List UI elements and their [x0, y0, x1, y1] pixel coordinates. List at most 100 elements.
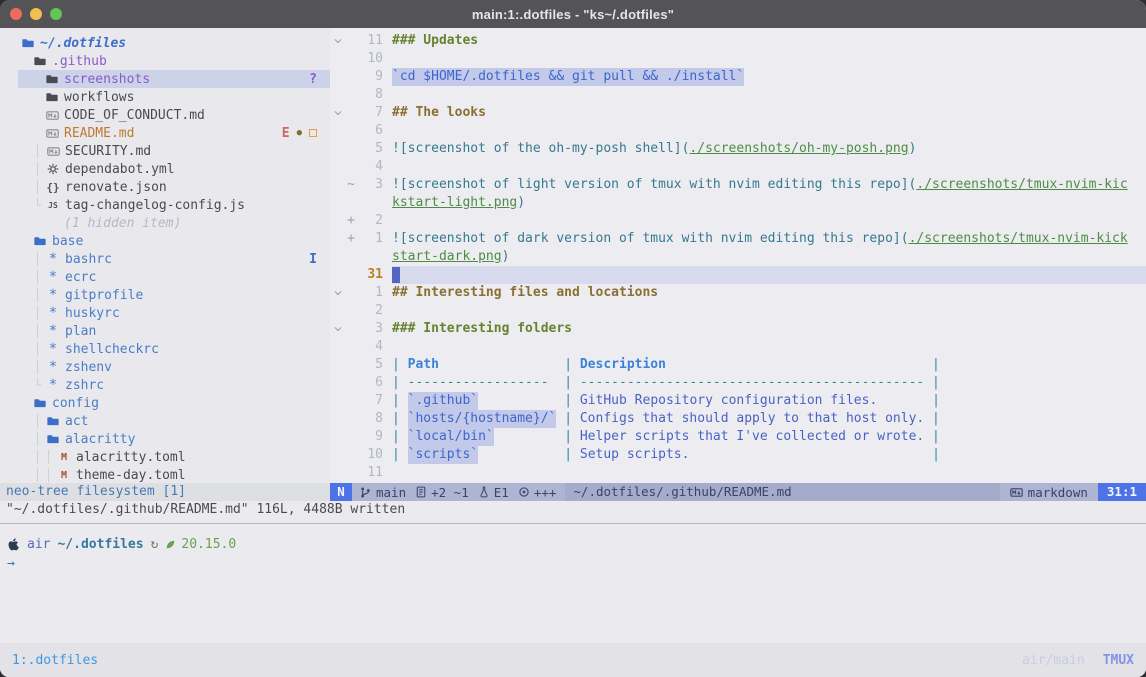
- editor-line[interactable]: 31: [330, 266, 1146, 284]
- tree-item-readme-md[interactable]: README.mdE●: [0, 124, 330, 142]
- syntax-md: ![screenshot of dark version of tmux wit…: [392, 230, 909, 248]
- tree-item-alacritty[interactable]: │alacritty: [0, 430, 330, 448]
- editor-line[interactable]: 3### Interesting folders: [330, 320, 1146, 338]
- gutter-padding: [383, 446, 392, 464]
- tree-item-screenshots[interactable]: screenshots?: [18, 70, 330, 88]
- editor-line[interactable]: kstart-light.png): [330, 194, 1146, 212]
- syntax-pipe: |: [924, 446, 940, 464]
- editor-line[interactable]: 4: [330, 338, 1146, 356]
- item-status-badges: I: [309, 252, 330, 267]
- fold-chevron-icon[interactable]: [330, 284, 345, 302]
- editor-line[interactable]: 6| ------------------ | ----------------…: [330, 374, 1146, 392]
- indent-guide: │: [45, 450, 56, 464]
- editor-line[interactable]: 11### Updates: [330, 32, 1146, 50]
- tree-item-zshrc[interactable]: └*zshrc: [0, 376, 330, 394]
- gutter-padding: [383, 284, 392, 302]
- editor-line[interactable]: 7| `.github` | GitHub Repository configu…: [330, 392, 1146, 410]
- tree-item--dotfiles[interactable]: ~/.dotfiles: [0, 34, 330, 52]
- fold-chevron-icon[interactable]: [330, 320, 345, 338]
- markdown-icon: [44, 127, 60, 140]
- line-number: 8: [357, 410, 383, 428]
- editor-line[interactable]: 10: [330, 50, 1146, 68]
- refresh-icon: ↻: [151, 537, 159, 552]
- tree-item-plan[interactable]: │*plan: [0, 322, 330, 340]
- editor-line[interactable]: 5![screenshot of the oh-my-posh shell](.…: [330, 140, 1146, 158]
- editor-line-text: ![screenshot of light version of tmux wi…: [392, 176, 1146, 194]
- neotree-sidebar[interactable]: ~/.dotfiles.githubscreenshots?workflowsC…: [0, 28, 330, 483]
- tree-item-act[interactable]: │act: [0, 412, 330, 430]
- tree-item-workflows[interactable]: workflows: [0, 88, 330, 106]
- prompt-arrow: →: [7, 556, 1146, 571]
- editor-line[interactable]: 6: [330, 122, 1146, 140]
- fold-chevron-icon[interactable]: [330, 104, 345, 122]
- editor-pane[interactable]: 11### Updates109`cd $HOME/.dotfiles && g…: [330, 28, 1146, 483]
- tree-item-shellcheckrc[interactable]: │*shellcheckrc: [0, 340, 330, 358]
- fold-chevron-icon[interactable]: [330, 32, 345, 50]
- editor-line[interactable]: 9| `local/bin` | Helper scripts that I'v…: [330, 428, 1146, 446]
- folder-icon: [32, 397, 48, 409]
- git-sign-column: [345, 266, 357, 284]
- editor-line[interactable]: ~3![screenshot of light version of tmux …: [330, 176, 1146, 194]
- tree-item--github[interactable]: .github: [0, 52, 330, 70]
- tree-item-config[interactable]: config: [0, 394, 330, 412]
- editor-line[interactable]: +1![screenshot of dark version of tmux w…: [330, 230, 1146, 248]
- filetype-segment: markdown: [1000, 485, 1098, 500]
- shell-pane[interactable]: air ~/.dotfiles ↻ 20.15.0 → 1:.dotfiles …: [0, 519, 1146, 677]
- minimize-button[interactable]: [30, 8, 42, 20]
- editor-line[interactable]: 10| `scripts` | Setup scripts. |: [330, 446, 1146, 464]
- tree-item-renovate-json[interactable]: │{}renovate.json: [0, 178, 330, 196]
- editor-line[interactable]: start-dark.png): [330, 248, 1146, 266]
- editor-line[interactable]: 5| Path | Description |: [330, 356, 1146, 374]
- tree-item-gitprofile[interactable]: │*gitprofile: [0, 286, 330, 304]
- editor-line[interactable]: 7## The looks: [330, 104, 1146, 122]
- editor-line[interactable]: 2: [330, 302, 1146, 320]
- line-number: 9: [357, 68, 383, 86]
- tree-item-label: zshrc: [65, 378, 104, 393]
- syntax-code: `hosts/{hostname}/`: [408, 410, 557, 428]
- window-title: main:1:.dotfiles - "ks~/.dotfiles": [0, 7, 1146, 22]
- tree-item-zshenv[interactable]: │*zshenv: [0, 358, 330, 376]
- syntax-dash: ------------------: [408, 374, 549, 392]
- tree-item-dependabot-yml[interactable]: │dependabot.yml: [0, 160, 330, 178]
- close-button[interactable]: [10, 8, 22, 20]
- syntax-link: ./screenshots/tmux-nvim-kic: [916, 176, 1127, 194]
- editor-line[interactable]: 4: [330, 158, 1146, 176]
- tree-item-base[interactable]: base: [0, 232, 330, 250]
- git-sign-column: [345, 356, 357, 374]
- apple-icon: [7, 538, 20, 551]
- editor-line[interactable]: 1## Interesting files and locations: [330, 284, 1146, 302]
- folder-icon: [32, 235, 48, 247]
- tree-item-bashrc[interactable]: │*bashrcI: [0, 250, 330, 268]
- git-sign-column: [345, 392, 357, 410]
- tree-item-alacritty-toml[interactable]: ││Malacritty.toml: [0, 448, 330, 466]
- fold-column: [330, 266, 345, 284]
- line-number: 7: [357, 104, 383, 122]
- editor-line[interactable]: +2: [330, 212, 1146, 230]
- zoom-button[interactable]: [50, 8, 62, 20]
- editor-line-text: [392, 158, 1146, 176]
- indent-guide: │: [34, 252, 45, 266]
- editor-line-text: [392, 302, 1146, 320]
- editor-line[interactable]: 11: [330, 464, 1146, 482]
- tree-item-tag-changelog-config-js[interactable]: └JStag-changelog-config.js: [0, 196, 330, 214]
- folder-icon: [20, 37, 36, 49]
- fold-column: [330, 230, 345, 248]
- tmux-window-name[interactable]: 1:.dotfiles: [12, 653, 98, 668]
- editor-line-text: ### Interesting folders: [392, 320, 1146, 338]
- diagnostics-segment: E1: [478, 485, 509, 500]
- tree-item--1-hidden-item-[interactable]: (1 hidden item): [0, 214, 330, 232]
- folder-icon: [32, 55, 48, 67]
- line-number: 4: [357, 158, 383, 176]
- tree-item-theme-day-toml[interactable]: ││Mtheme-day.toml: [0, 466, 330, 483]
- tree-item-security-md[interactable]: │SECURITY.md: [0, 142, 330, 160]
- git-sign-column: [345, 194, 357, 212]
- tree-item-ecrc[interactable]: │*ecrc: [0, 268, 330, 286]
- editor-line[interactable]: 8: [330, 86, 1146, 104]
- tree-item-huskyrc[interactable]: │*huskyrc: [0, 304, 330, 322]
- editor-line[interactable]: 8| `hosts/{hostname}/` | Configs that sh…: [330, 410, 1146, 428]
- line-number: 5: [357, 140, 383, 158]
- indent-guide: │: [34, 324, 45, 338]
- editor-line[interactable]: 9`cd $HOME/.dotfiles && git pull && ./in…: [330, 68, 1146, 86]
- tree-item-code-of-conduct-md[interactable]: CODE_OF_CONDUCT.md: [0, 106, 330, 124]
- toml-icon: M: [56, 470, 72, 481]
